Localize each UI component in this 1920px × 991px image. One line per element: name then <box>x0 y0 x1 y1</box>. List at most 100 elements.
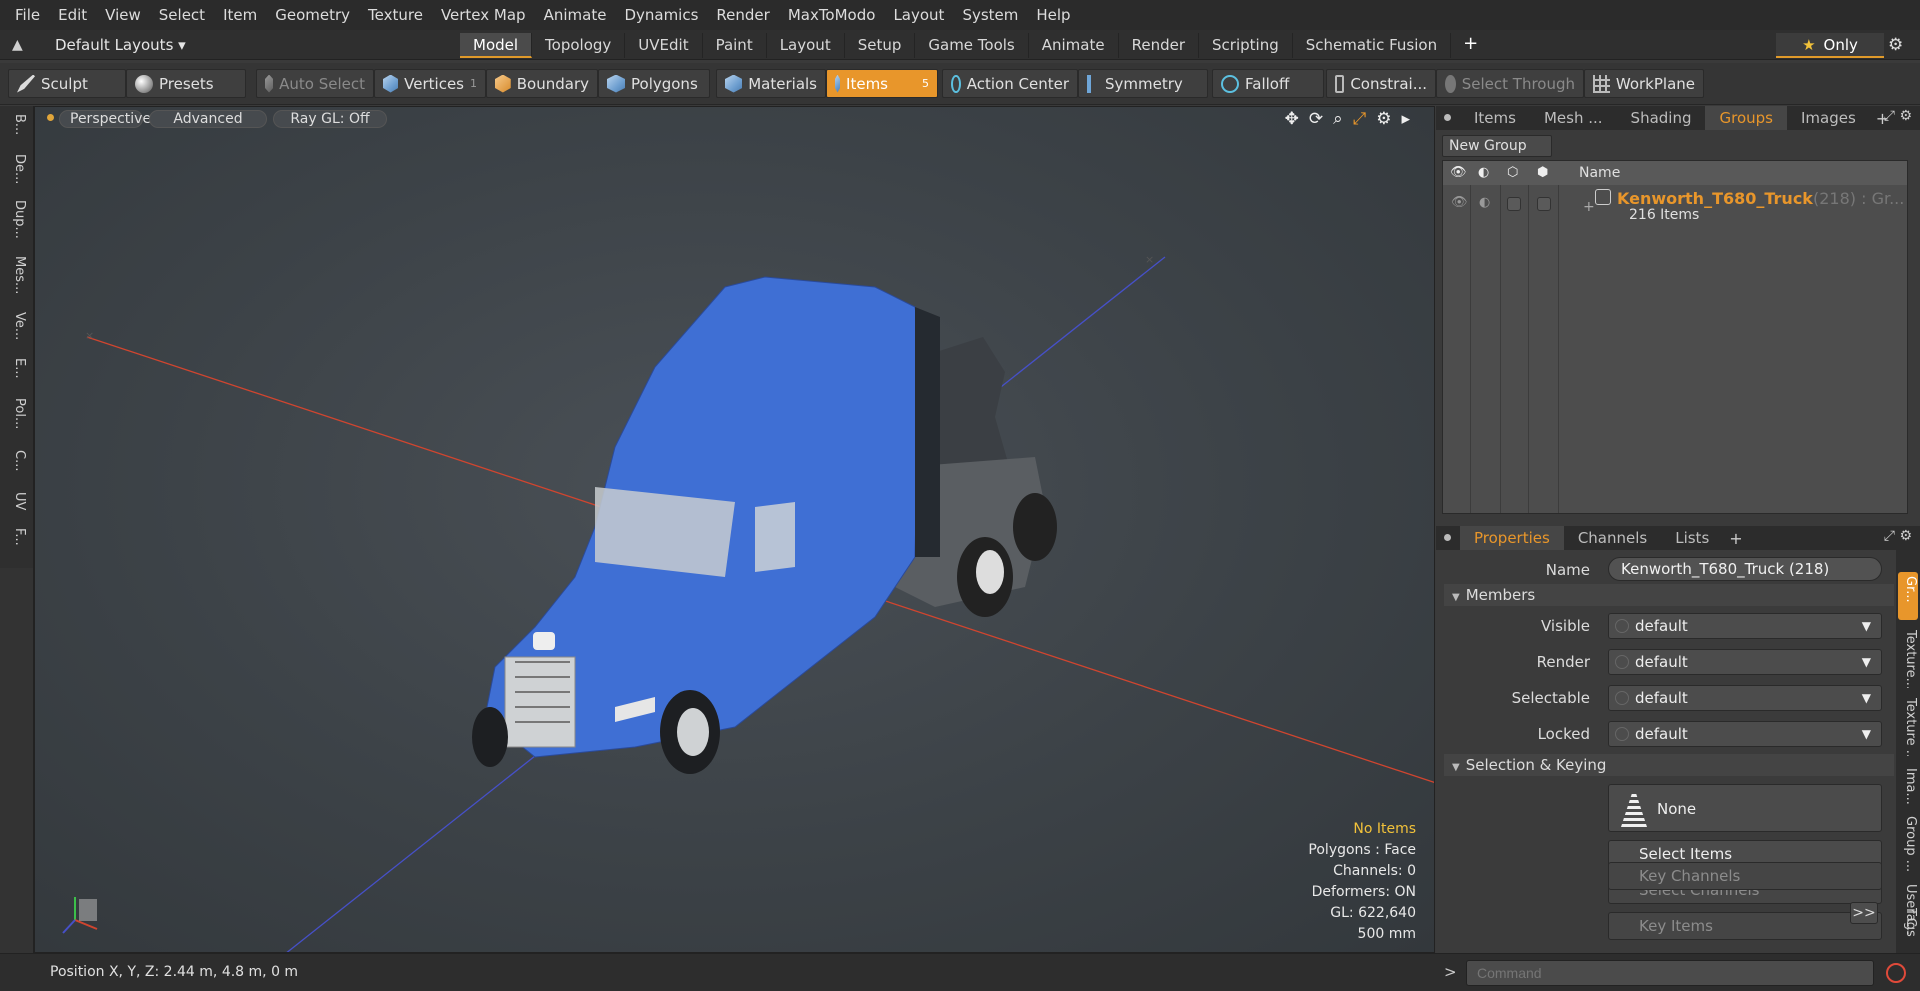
tab-schematic-fusion[interactable]: Schematic Fusion <box>1293 33 1452 58</box>
row-select-checkbox[interactable] <box>1537 197 1551 211</box>
raygl-button[interactable]: Ray GL: Off <box>273 110 387 128</box>
menu-maxtomodo[interactable]: MaxToModo <box>779 0 885 30</box>
vtab-tags[interactable]: Tags <box>1898 908 1918 937</box>
tab-setup[interactable]: Setup <box>845 33 916 58</box>
vertices-button[interactable]: Vertices 1 <box>374 69 486 98</box>
selectable-select[interactable]: default ▼ <box>1608 685 1882 711</box>
add-tab-icon[interactable]: + <box>1451 33 1490 58</box>
tab-game-tools[interactable]: Game Tools <box>915 33 1029 58</box>
advanced-button[interactable]: Advanced <box>149 110 267 128</box>
left-tab-polygon[interactable]: Pol... <box>7 398 27 444</box>
group-row[interactable]: 👁 ◐ + Kenworth_T680_Truck (218) : Gr... … <box>1443 185 1907 229</box>
materials-button[interactable]: Materials <box>716 69 826 98</box>
menu-item[interactable]: Item <box>214 0 266 30</box>
vtab-texture-1[interactable]: Texture... <box>1898 626 1918 688</box>
perspective-button[interactable]: Perspective <box>59 110 151 128</box>
command-input[interactable] <box>1466 960 1874 986</box>
left-tab-uv[interactable]: UV <box>7 492 27 522</box>
select-through-button[interactable]: Select Through <box>1436 69 1584 98</box>
falloff-button[interactable]: Falloff <box>1212 69 1324 98</box>
menu-geometry[interactable]: Geometry <box>266 0 359 30</box>
tab-mesh[interactable]: Mesh ... <box>1530 106 1617 130</box>
new-group-button[interactable]: New Group <box>1442 135 1552 157</box>
auto-select-button[interactable]: Auto Select <box>256 69 374 98</box>
left-tab-mesh[interactable]: Mes... <box>7 256 27 304</box>
key-items-button[interactable]: Key Items <box>1608 912 1882 940</box>
tab-scripting[interactable]: Scripting <box>1199 33 1293 58</box>
menu-vertex-map[interactable]: Vertex Map <box>432 0 535 30</box>
collapse-arrow-icon[interactable]: ▲ <box>12 37 23 53</box>
tab-properties[interactable]: Properties <box>1460 526 1564 550</box>
none-button[interactable]: None <box>1608 784 1882 832</box>
menu-file[interactable]: File <box>6 0 49 30</box>
vtab-group-2[interactable]: Group ... <box>1898 812 1918 874</box>
menu-view[interactable]: View <box>96 0 150 30</box>
visible-select[interactable]: default ▼ <box>1608 613 1882 639</box>
vtab-image[interactable]: Ima... <box>1898 764 1918 804</box>
locked-select[interactable]: default ▼ <box>1608 721 1882 747</box>
row-eye-icon[interactable]: 👁 <box>1451 195 1468 210</box>
menu-texture[interactable]: Texture <box>359 0 432 30</box>
tab-groups[interactable]: Groups <box>1705 106 1787 130</box>
add-props-tab-icon[interactable]: + <box>1723 529 1748 548</box>
render-select[interactable]: default ▼ <box>1608 649 1882 675</box>
more-button[interactable]: >> <box>1850 902 1878 924</box>
tab-topology[interactable]: Topology <box>532 33 626 58</box>
expand-plus-icon[interactable]: + <box>1583 199 1595 215</box>
left-tab-vertex[interactable]: Ve... <box>7 312 27 352</box>
workplane-button[interactable]: WorkPlane <box>1584 69 1704 98</box>
tab-layout[interactable]: Layout <box>767 33 845 58</box>
render-icon[interactable]: ◐ <box>1478 165 1489 180</box>
3d-viewport[interactable]: × × Perspective Advanced Ray GL: Off ✥ ⟳… <box>34 106 1435 953</box>
left-tab-deform[interactable]: De... <box>7 154 27 194</box>
menu-dynamics[interactable]: Dynamics <box>615 0 707 30</box>
members-section[interactable]: ▼ Members <box>1444 584 1894 606</box>
lock-icon[interactable]: ⬡ <box>1507 165 1518 180</box>
row-render-icon[interactable]: ◐ <box>1479 195 1490 210</box>
tab-images[interactable]: Images <box>1787 106 1870 130</box>
menu-render[interactable]: Render <box>707 0 778 30</box>
sculpt-button[interactable]: Sculpt <box>8 69 126 98</box>
vtab-group[interactable]: Gr... <box>1898 572 1918 620</box>
tab-animate[interactable]: Animate <box>1029 33 1119 58</box>
action-center-button[interactable]: Action Center <box>942 69 1078 98</box>
viewport-settings-icon[interactable]: ⚙ <box>1376 109 1391 129</box>
fit-icon[interactable]: ⤢ <box>1353 109 1367 129</box>
left-tab-curve[interactable]: C... <box>7 450 27 486</box>
pan-icon[interactable]: ✥ <box>1285 109 1299 129</box>
only-toggle[interactable]: ★ Only <box>1776 33 1884 58</box>
tab-uvedit[interactable]: UVEdit <box>625 33 703 58</box>
polygons-button[interactable]: Polygons <box>598 69 710 98</box>
menu-animate[interactable]: Animate <box>535 0 616 30</box>
viewport-menu-dot-icon[interactable] <box>47 114 54 121</box>
tab-render[interactable]: Render <box>1119 33 1200 58</box>
boundary-button[interactable]: Boundary <box>486 69 598 98</box>
command-arrow-icon[interactable]: > <box>1444 963 1457 981</box>
left-tab-fusion[interactable]: F... <box>7 528 27 564</box>
tab-model[interactable]: Model <box>460 33 533 58</box>
expand-props-icon[interactable]: ⤢ ⚙ <box>1884 528 1912 544</box>
left-tab-duplicate[interactable]: Dup... <box>7 200 27 248</box>
key-channels-button[interactable]: Key Channels <box>1608 862 1882 890</box>
vtab-texture-2[interactable]: Texture ... <box>1898 694 1918 756</box>
expand-panel-icon[interactable]: ⤢ ⚙ <box>1884 108 1912 124</box>
rotate-icon[interactable]: ⟳ <box>1309 109 1323 129</box>
stop-icon[interactable] <box>1886 963 1906 983</box>
symmetry-button[interactable]: Symmetry <box>1078 69 1208 98</box>
tab-items[interactable]: Items <box>1460 106 1530 130</box>
menu-system[interactable]: System <box>953 0 1027 30</box>
left-tab-basic[interactable]: B... <box>7 114 27 150</box>
presets-button[interactable]: Presets <box>126 69 246 98</box>
tab-paint[interactable]: Paint <box>703 33 767 58</box>
name-column-header[interactable]: Name <box>1579 165 1620 181</box>
name-field[interactable]: Kenworth_T680_Truck (218) <box>1608 557 1882 581</box>
tab-shading[interactable]: Shading <box>1617 106 1706 130</box>
props-menu-dot-icon[interactable] <box>1444 534 1451 541</box>
tab-lists[interactable]: Lists <box>1661 526 1723 550</box>
panel-menu-dot-icon[interactable] <box>1444 114 1451 121</box>
zoom-icon[interactable]: ⌕ <box>1333 109 1343 129</box>
left-tab-edge[interactable]: E... <box>7 358 27 394</box>
menu-edit[interactable]: Edit <box>49 0 96 30</box>
constraints-button[interactable]: Constrai... <box>1326 69 1436 98</box>
gear-icon[interactable]: ⚙ <box>1888 35 1903 55</box>
